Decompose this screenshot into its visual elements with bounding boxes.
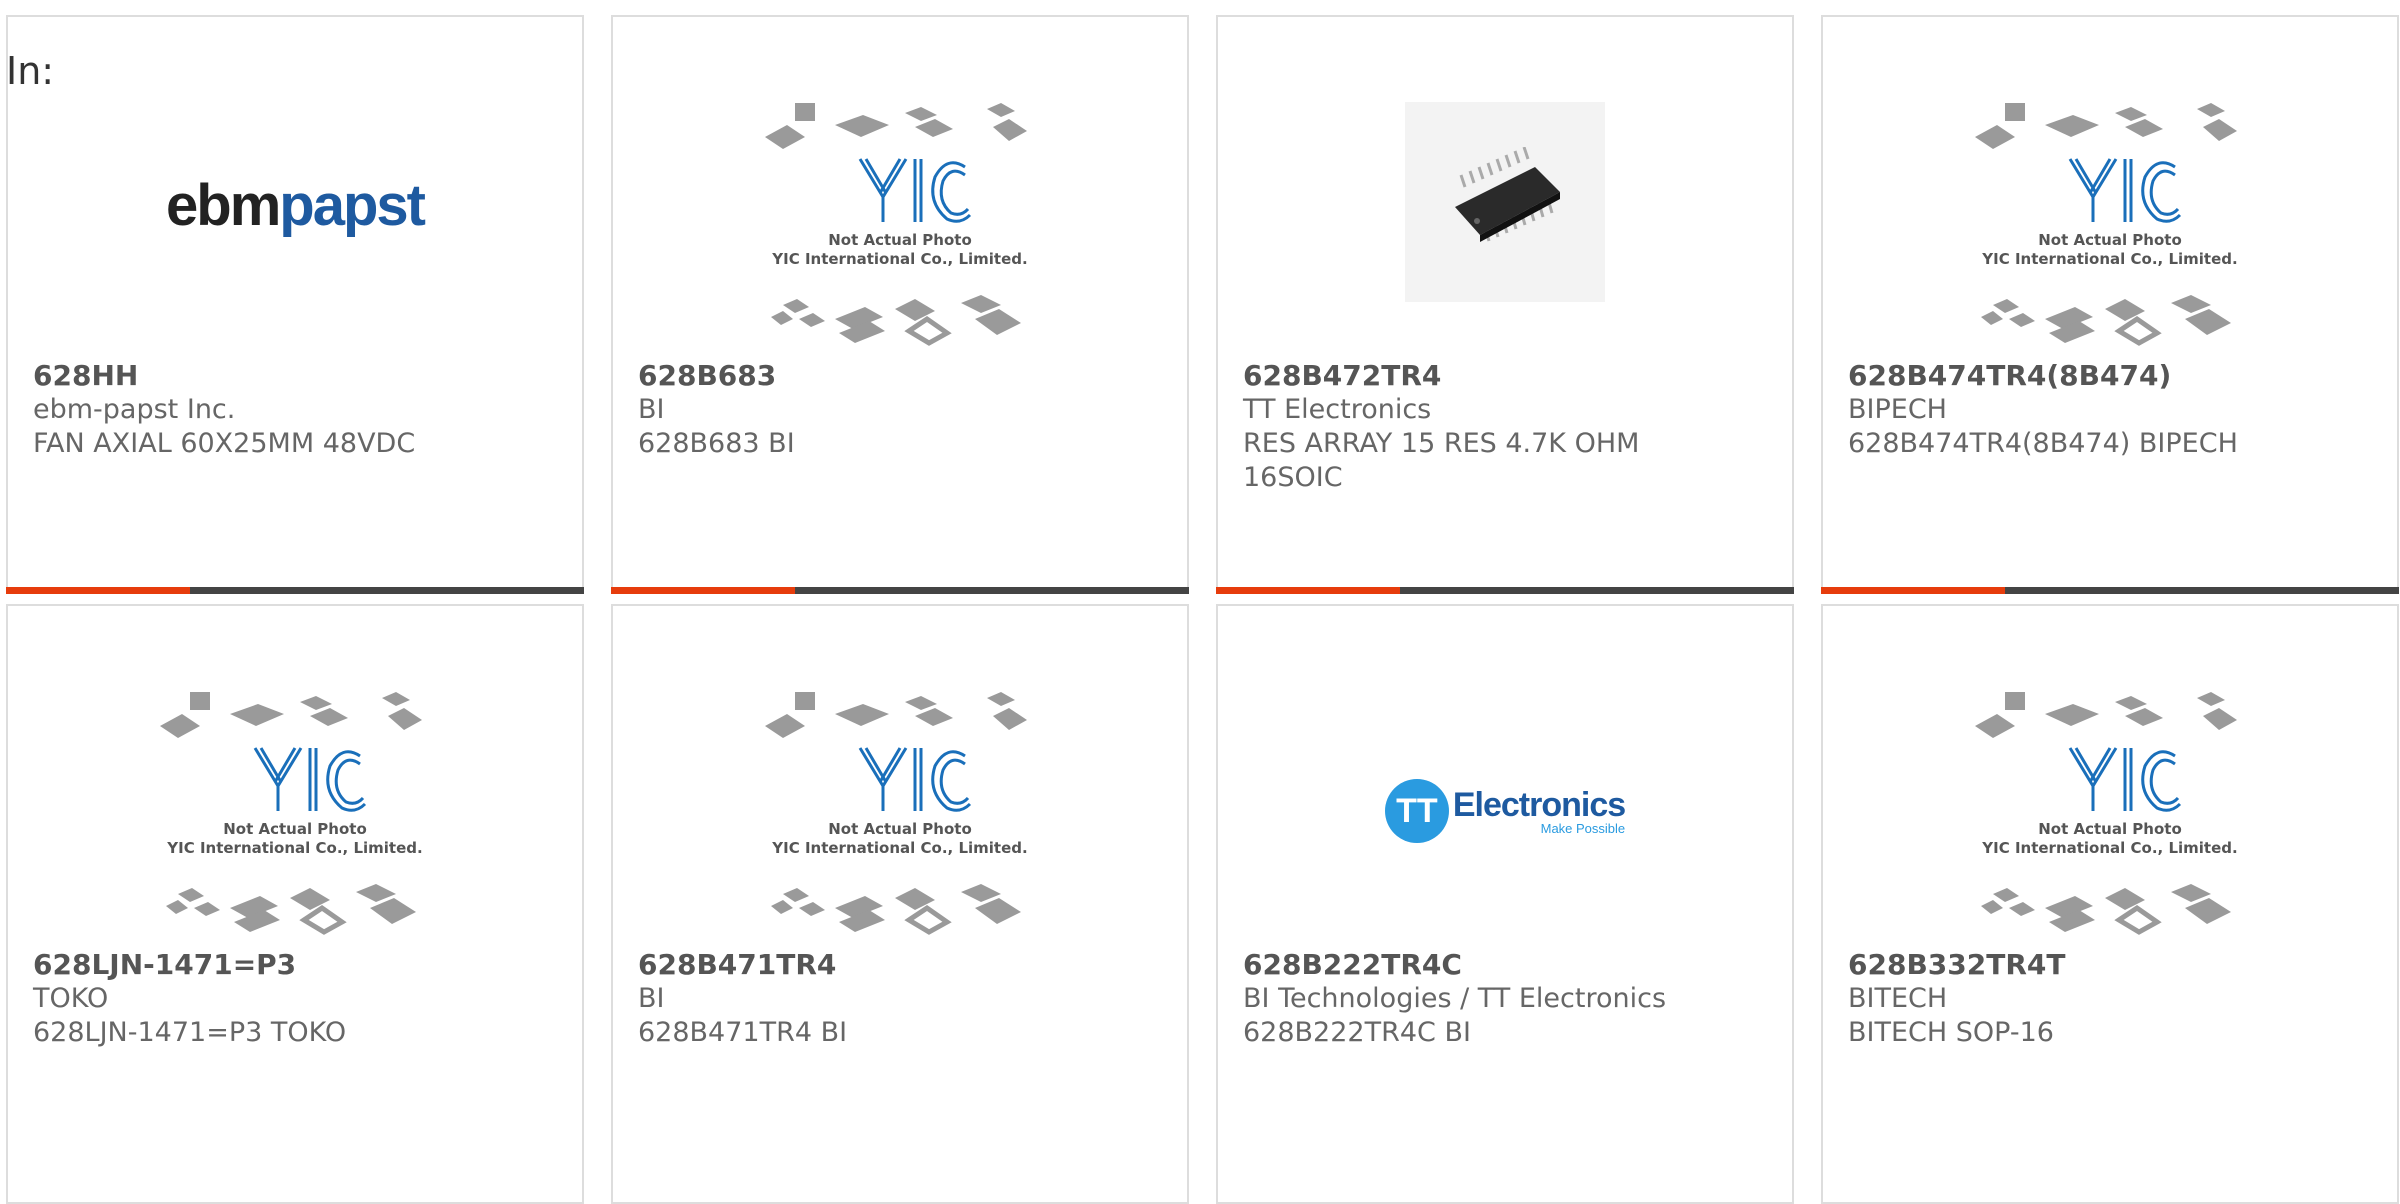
placeholder-line1: Not Actual Photo	[828, 820, 972, 838]
product-image[interactable]: Not Actual Photo YIC International Co., …	[1823, 77, 2397, 367]
card-accent-bar	[1821, 587, 2005, 594]
product-card[interactable]: TT Electronics Make Possible 628B222TR4C BI …	[1216, 604, 1794, 1204]
placeholder-line1: Not Actual Photo	[2038, 231, 2182, 249]
card-accent-bar	[1216, 587, 1400, 594]
part-number[interactable]: 628B683	[638, 359, 776, 393]
product-card[interactable]: Not Actual Photo YIC International Co., …	[6, 604, 584, 1204]
placeholder-line2: YIC International Co., Limited.	[1981, 250, 2237, 268]
manufacturer: BI Technologies / TT Electronics	[1243, 983, 1667, 1014]
manufacturer: TOKO	[33, 983, 109, 1014]
placeholder-line2: YIC International Co., Limited.	[771, 839, 1027, 857]
description: 628B471TR4 BI	[638, 1017, 848, 1048]
description: BITECH SOP-16	[1848, 1017, 2054, 1048]
yic-placeholder-image: Not Actual Photo YIC International Co., …	[1975, 692, 2238, 935]
description: 628LJN-1471=P3 TOKO	[33, 1017, 347, 1048]
manufacturer: BI	[638, 983, 665, 1014]
tt-tagline: Make Possible	[1540, 821, 1626, 836]
description: 628B222TR4C BI	[1243, 1017, 1471, 1048]
yic-placeholder-image: Not Actual Photo YIC International Co., …	[1975, 103, 2238, 346]
card-bottom-bar	[1216, 587, 1794, 594]
product-grid: ebmpapst 628HH ebm-papst Inc. FAN AXIAL 60X…	[0, 0, 2400, 1204]
yic-placeholder-image: Not Actual Photo YIC International Co., …	[765, 692, 1028, 935]
placeholder-line1: Not Actual Photo	[828, 231, 972, 249]
card-bottom-bar	[611, 587, 1189, 594]
soic-chip-icon	[1455, 147, 1560, 242]
tt-word: Electronics	[1452, 786, 1626, 824]
placeholder-line1: Not Actual Photo	[2038, 820, 2182, 838]
product-card[interactable]: ebmpapst 628HH ebm-papst Inc. FAN AXIAL 60X…	[6, 15, 584, 594]
description: RES ARRAY 15 RES 4.7K OHM 16SOIC	[1243, 428, 1640, 493]
logo-part-b: papst	[279, 173, 426, 238]
description: 628B683 BI	[638, 428, 795, 459]
description: 628B474TR4(8B474) BIPECH	[1848, 428, 2238, 459]
product-card[interactable]: Not Actual Photo YIC International Co., …	[1821, 604, 2399, 1204]
part-number[interactable]: 628B474TR4(8B474)	[1848, 359, 2171, 393]
part-number[interactable]: 628B332TR4T	[1848, 948, 2065, 982]
product-image[interactable]: ebmpapst	[8, 77, 582, 367]
card-accent-bar	[6, 587, 190, 594]
part-number[interactable]: 628B471TR4	[638, 948, 836, 982]
manufacturer: BIPECH	[1848, 394, 1947, 425]
product-image[interactable]: TT Electronics Make Possible	[1218, 666, 1792, 956]
placeholder-line2: YIC International Co., Limited.	[166, 839, 422, 857]
product-image[interactable]: Not Actual Photo YIC International Co., …	[8, 666, 582, 956]
card-accent-bar	[611, 587, 795, 594]
tt-electronics-logo: TT Electronics Make Possible	[1384, 779, 1626, 843]
manufacturer: TT Electronics	[1243, 394, 1432, 425]
product-card[interactable]: 628B472TR4 TT Electronics RES ARRAY 15 RES…	[1216, 15, 1794, 594]
product-card[interactable]: Not Actual Photo YIC International Co., …	[1821, 15, 2399, 594]
placeholder-line2: YIC International Co., Limited.	[771, 250, 1027, 268]
manufacturer: BI	[638, 394, 665, 425]
part-number[interactable]: 628LJN-1471=P3	[33, 948, 296, 982]
product-card[interactable]: Not Actual Photo YIC International Co., …	[611, 604, 1189, 1204]
card-bottom-bar	[6, 587, 584, 594]
placeholder-line1: Not Actual Photo	[223, 820, 367, 838]
tt-circle: TT	[1384, 779, 1449, 843]
product-image[interactable]	[1218, 77, 1792, 367]
product-image[interactable]: Not Actual Photo YIC International Co., …	[613, 77, 1187, 367]
chip-photo	[1405, 102, 1605, 302]
manufacturer: ebm-papst Inc.	[33, 394, 236, 425]
tt-wordmark: Electronics Make Possible	[1452, 786, 1626, 836]
logo-part-a: ebm	[166, 173, 281, 238]
part-number[interactable]: 628B222TR4C	[1243, 948, 1462, 982]
ebmpapst-logo: ebmpapst	[166, 172, 426, 239]
description: FAN AXIAL 60X25MM 48VDC	[33, 428, 416, 459]
product-image[interactable]: Not Actual Photo YIC International Co., …	[1823, 666, 2397, 956]
manufacturer: BITECH	[1848, 983, 1948, 1014]
yic-placeholder-image: Not Actual Photo YIC International Co., …	[765, 103, 1028, 346]
card-bottom-bar	[1821, 587, 2399, 594]
product-card[interactable]: Not Actual Photo YIC International Co., …	[611, 15, 1189, 594]
yic-placeholder-image: Not Actual Photo YIC International Co., …	[160, 692, 423, 935]
part-number[interactable]: 628B472TR4	[1243, 359, 1441, 393]
placeholder-line2: YIC International Co., Limited.	[1981, 839, 2237, 857]
in-label: In:	[6, 49, 55, 93]
product-image[interactable]: Not Actual Photo YIC International Co., …	[613, 666, 1187, 956]
part-number[interactable]: 628HH	[33, 359, 138, 393]
